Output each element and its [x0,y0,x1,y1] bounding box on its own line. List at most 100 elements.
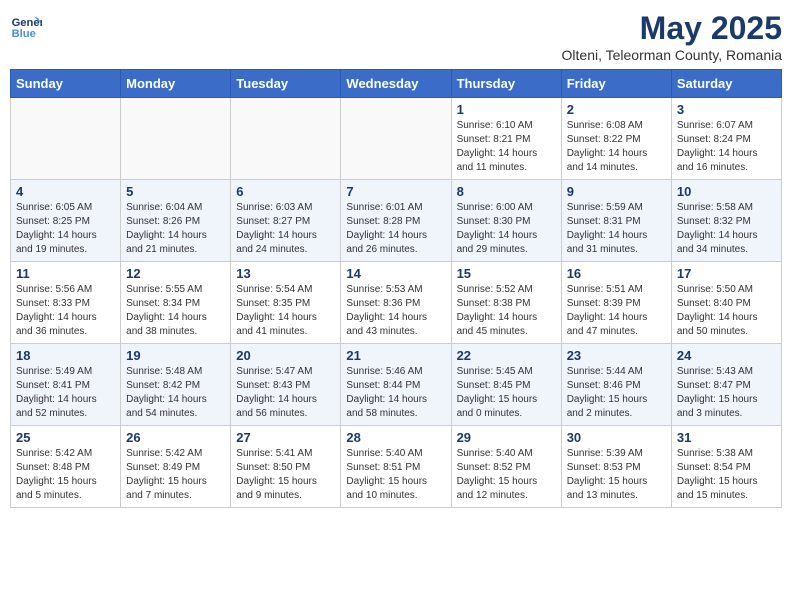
logo: General Blue [10,10,42,42]
day-info: Sunrise: 5:59 AM Sunset: 8:31 PM Dayligh… [567,201,666,257]
calendar-cell: 1Sunrise: 6:10 AM Sunset: 8:21 PM Daylig… [451,98,561,180]
calendar-cell: 12 Sunrise: 5:55 AM Sunset: 8:34 PM Dayli… [121,262,231,344]
day-number: 27 [236,430,335,445]
day-info: Sunrise: 5:46 AM Sunset: 8:44 PM Dayligh… [346,365,445,421]
day-number: 24 [677,348,776,363]
day-info: Sunrise: 5:44 AM Sunset: 8:46 PM Dayligh… [567,365,666,421]
calendar-cell: 9 Sunrise: 5:59 AM Sunset: 8:31 PM Daylig… [561,180,671,262]
calendar-cell: 22 Sunrise: 5:45 AM Sunset: 8:45 PM Dayli… [451,344,561,426]
day-info: Sunrise: 5:42 AM Sunset: 8:49 PM Dayligh… [126,447,225,503]
day-info: Sunrise: 5:39 AM Sunset: 8:53 PM Dayligh… [567,447,666,503]
day-number: 31 [677,430,776,445]
calendar-cell: 31 Sunrise: 5:38 AM Sunset: 8:54 PM Dayli… [671,426,781,508]
day-number: 7 [346,184,445,199]
calendar-cell: 14 Sunrise: 5:53 AM Sunset: 8:36 PM Dayli… [341,262,451,344]
logo-icon: General Blue [10,10,42,42]
day-info: Sunrise: 5:53 AM Sunset: 8:36 PM Dayligh… [346,283,445,339]
day-info: Sunrise: 5:55 AM Sunset: 8:34 PM Dayligh… [126,283,225,339]
day-info: Sunrise: 5:43 AM Sunset: 8:47 PM Dayligh… [677,365,776,421]
calendar-cell [231,98,341,180]
day-number: 13 [236,266,335,281]
day-number: 2 [567,102,666,117]
calendar-cell: 17Sunrise: 5:50 AM Sunset: 8:40 PM Dayli… [671,262,781,344]
calendar-cell: 20 Sunrise: 5:47 AM Sunset: 8:43 PM Dayli… [231,344,341,426]
month-title: May 2025 [562,10,782,47]
day-number: 14 [346,266,445,281]
day-info: Sunrise: 5:40 AM Sunset: 8:52 PM Dayligh… [457,447,556,503]
day-number: 10 [677,184,776,199]
day-number: 30 [567,430,666,445]
day-number: 23 [567,348,666,363]
calendar-cell: 11 Sunrise: 5:56 AM Sunset: 8:33 PM Dayli… [11,262,121,344]
day-number: 25 [16,430,115,445]
calendar-cell: 26 Sunrise: 5:42 AM Sunset: 8:49 PM Dayli… [121,426,231,508]
day-info: Sunrise: 6:01 AM Sunset: 8:28 PM Dayligh… [346,201,445,257]
day-number: 3 [677,102,776,117]
day-info: Sunrise: 5:49 AM Sunset: 8:41 PM Dayligh… [16,365,115,421]
day-number: 17 [677,266,776,281]
calendar-cell: 5 Sunrise: 6:04 AM Sunset: 8:26 PM Daylig… [121,180,231,262]
day-info: Sunrise: 5:38 AM Sunset: 8:54 PM Dayligh… [677,447,776,503]
day-number: 5 [126,184,225,199]
day-info: Sunrise: 6:00 AM Sunset: 8:30 PM Dayligh… [457,201,556,257]
header: General Blue May 2025 Olteni, Teleorman … [10,10,782,63]
calendar-table: SundayMondayTuesdayWednesdayThursdayFrid… [10,69,782,508]
calendar-cell: 6Sunrise: 6:03 AM Sunset: 8:27 PM Daylig… [231,180,341,262]
day-number: 19 [126,348,225,363]
calendar-cell: 23 Sunrise: 5:44 AM Sunset: 8:46 PM Dayli… [561,344,671,426]
calendar-cell: 7 Sunrise: 6:01 AM Sunset: 8:28 PM Daylig… [341,180,451,262]
day-number: 26 [126,430,225,445]
calendar-cell: 24 Sunrise: 5:43 AM Sunset: 8:47 PM Dayli… [671,344,781,426]
day-info: Sunrise: 5:58 AM Sunset: 8:32 PM Dayligh… [677,201,776,257]
day-info: Sunrise: 6:05 AM Sunset: 8:25 PM Dayligh… [16,201,115,257]
day-number: 18 [16,348,115,363]
day-header-thursday: Thursday [451,70,561,98]
day-header-wednesday: Wednesday [341,70,451,98]
day-number: 6 [236,184,335,199]
calendar-cell: 27 Sunrise: 5:41 AM Sunset: 8:50 PM Dayli… [231,426,341,508]
calendar-cell: 29 Sunrise: 5:40 AM Sunset: 8:52 PM Dayli… [451,426,561,508]
calendar-cell: 18 Sunrise: 5:49 AM Sunset: 8:41 PM Dayli… [11,344,121,426]
day-info: Sunrise: 5:41 AM Sunset: 8:50 PM Dayligh… [236,447,335,503]
day-number: 9 [567,184,666,199]
day-number: 28 [346,430,445,445]
day-info: Sunrise: 6:04 AM Sunset: 8:26 PM Dayligh… [126,201,225,257]
calendar-cell: 15 Sunrise: 5:52 AM Sunset: 8:38 PM Dayli… [451,262,561,344]
day-header-friday: Friday [561,70,671,98]
title-area: May 2025 Olteni, Teleorman County, Roman… [562,10,782,63]
day-header-tuesday: Tuesday [231,70,341,98]
day-number: 1 [457,102,556,117]
calendar-cell: 30 Sunrise: 5:39 AM Sunset: 8:53 PM Dayli… [561,426,671,508]
day-number: 15 [457,266,556,281]
day-info: Sunrise: 5:45 AM Sunset: 8:45 PM Dayligh… [457,365,556,421]
calendar-cell [341,98,451,180]
calendar-cell: 19Sunrise: 5:48 AM Sunset: 8:42 PM Dayli… [121,344,231,426]
day-info: Sunrise: 5:56 AM Sunset: 8:33 PM Dayligh… [16,283,115,339]
calendar-cell [121,98,231,180]
calendar-cell: 25 Sunrise: 5:42 AM Sunset: 8:48 PM Dayli… [11,426,121,508]
day-number: 29 [457,430,556,445]
day-info: Sunrise: 5:47 AM Sunset: 8:43 PM Dayligh… [236,365,335,421]
day-number: 8 [457,184,556,199]
day-number: 22 [457,348,556,363]
day-info: Sunrise: 6:07 AM Sunset: 8:24 PM Dayligh… [677,119,776,175]
day-info: Sunrise: 6:08 AM Sunset: 8:22 PM Dayligh… [567,119,666,175]
calendar-cell: 8 Sunrise: 6:00 AM Sunset: 8:30 PM Daylig… [451,180,561,262]
calendar-cell: 4Sunrise: 6:05 AM Sunset: 8:25 PM Daylig… [11,180,121,262]
day-info: Sunrise: 5:54 AM Sunset: 8:35 PM Dayligh… [236,283,335,339]
day-info: Sunrise: 5:42 AM Sunset: 8:48 PM Dayligh… [16,447,115,503]
calendar-cell: 3 Sunrise: 6:07 AM Sunset: 8:24 PM Daylig… [671,98,781,180]
day-info: Sunrise: 5:52 AM Sunset: 8:38 PM Dayligh… [457,283,556,339]
calendar-cell: 13 Sunrise: 5:54 AM Sunset: 8:35 PM Dayli… [231,262,341,344]
calendar-cell: 28Sunrise: 5:40 AM Sunset: 8:51 PM Dayli… [341,426,451,508]
svg-text:Blue: Blue [12,28,36,40]
day-number: 21 [346,348,445,363]
day-number: 11 [16,266,115,281]
day-number: 16 [567,266,666,281]
calendar-cell: 16Sunrise: 5:51 AM Sunset: 8:39 PM Dayli… [561,262,671,344]
day-number: 20 [236,348,335,363]
day-number: 12 [126,266,225,281]
calendar-cell: 2 Sunrise: 6:08 AM Sunset: 8:22 PM Daylig… [561,98,671,180]
location-subtitle: Olteni, Teleorman County, Romania [562,47,782,63]
calendar-cell [11,98,121,180]
